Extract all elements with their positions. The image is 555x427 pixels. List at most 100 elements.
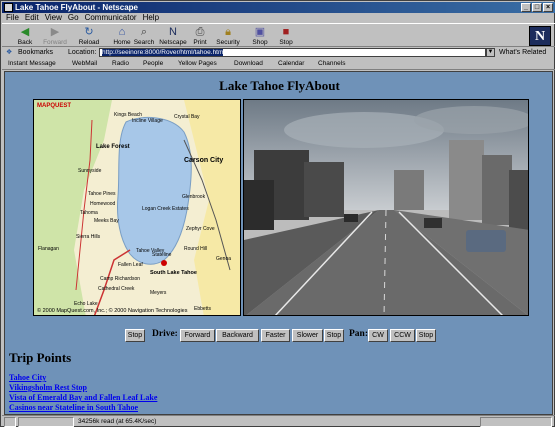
bookmark-icon: ❖ (6, 49, 13, 56)
minimize-button[interactable]: _ (521, 3, 531, 12)
pan-cw-button[interactable]: CW (368, 329, 388, 342)
place-label: Tahoe Valley (136, 248, 165, 254)
yellow-pages-link[interactable]: Yellow Pages (178, 58, 217, 70)
place-label: Tahoma (80, 210, 98, 216)
place-label: Genoa (216, 256, 231, 262)
place-label: Logan Creek Estates (142, 206, 189, 212)
reload-button[interactable]: ↻ Reload (74, 25, 104, 47)
forward-arrow-icon: ▶ (50, 26, 60, 38)
place-label: Homewood (90, 201, 116, 207)
place-label: Tahoe Pines (88, 191, 116, 197)
map-brand: MAPQUEST (37, 103, 71, 109)
pan-ccw-button[interactable]: CCW (390, 329, 415, 342)
drive-label: Drive: (152, 329, 178, 339)
search-button[interactable]: ⌕ Search (129, 25, 159, 47)
back-button[interactable]: ◀ Back (10, 25, 40, 47)
radio-link[interactable]: Radio (112, 58, 129, 70)
drive-stop-button[interactable]: Stop (324, 329, 344, 342)
pan-stop-button[interactable]: Stop (416, 329, 436, 342)
close-button[interactable]: × (543, 3, 553, 12)
place-label: Glenbrook (182, 194, 206, 200)
pan-label: Pan: (349, 329, 368, 339)
status-text: 34256k read (at 65.4K/sec) (78, 418, 157, 425)
netscape-button[interactable]: N Netscape (158, 25, 188, 47)
trip-link-emerald-bay[interactable]: Vista of Emerald Bay and Fallen Leaf Lak… (9, 393, 157, 403)
map-graphic: MAPQUEST Incline Village Kings Beach Lak… (34, 100, 240, 315)
print-icon: ⎙ (195, 26, 205, 38)
drive-backward-button[interactable]: Backward (216, 329, 259, 342)
component-bar[interactable] (480, 417, 552, 427)
control-bar: Stop Drive: Forward Backward Faster Slow… (5, 327, 552, 343)
status-bar: 34256k read (at 65.4K/sec) (2, 415, 555, 427)
menu-communicator[interactable]: Communicator (85, 13, 137, 23)
progress-bar (18, 417, 74, 427)
stop-button[interactable]: ■ Stop (271, 25, 301, 47)
url-text: http://seeinore:8000/Rover/html/tahoe.ht… (102, 49, 224, 56)
page-title: Lake Tahoe FlyAbout (219, 78, 340, 93)
menu-edit[interactable]: Edit (25, 13, 39, 23)
people-link[interactable]: People (143, 58, 163, 70)
drive-slower-button[interactable]: Slower (292, 329, 323, 342)
place-label: Meyers (150, 290, 167, 296)
netscape-logo[interactable]: N (529, 26, 551, 46)
bookmarks-button[interactable]: Bookmarks (18, 47, 53, 58)
trip-link-vikingsholm[interactable]: Vikingsholm Rest Stop (9, 383, 157, 393)
personal-toolbar: Instant Message WebMail Radio People Yel… (2, 58, 555, 70)
place-label: Echo Lake (74, 301, 98, 307)
navigation-toolbar: ◀ Back ▶ Forward ↻ Reload ⌂ Home ⌕ Search N Ne… (2, 23, 555, 47)
download-link[interactable]: Download (234, 58, 263, 70)
whats-related-button[interactable]: What's Related (499, 47, 546, 58)
back-arrow-icon: ◀ (20, 26, 30, 38)
page-content: Lake Tahoe FlyAbout MAPQUEST Incline Vil… (4, 71, 553, 415)
location-dropdown-button[interactable]: ▼ (486, 48, 495, 57)
place-label: Carson City (184, 157, 223, 164)
place-label: Cathedral Creek (98, 286, 135, 292)
reload-icon: ↻ (84, 26, 94, 38)
street-view-image (243, 99, 529, 316)
place-label: Round Hill (184, 246, 207, 252)
route-map[interactable]: MAPQUEST Incline Village Kings Beach Lak… (33, 99, 241, 316)
location-input[interactable]: http://seeinore:8000/Rover/html/tahoe.ht… (99, 48, 486, 57)
security-lock-icon: 🔒︎ (225, 26, 231, 38)
trip-points-heading: Trip Points (9, 350, 72, 365)
trip-link-tahoe-city[interactable]: Tahoe City (9, 373, 157, 383)
place-label: South Lake Tahoe (150, 270, 197, 276)
netscape-icon: N (169, 26, 177, 38)
security-status-icon[interactable] (4, 417, 16, 427)
netscape-app-icon (4, 3, 13, 12)
maximize-button[interactable]: □ (532, 3, 542, 12)
stop-button-left[interactable]: Stop (125, 329, 145, 342)
print-button[interactable]: ⎙ Print (185, 25, 215, 47)
calendar-link[interactable]: Calendar (278, 58, 304, 70)
place-label: Flanagan (38, 246, 59, 252)
street-photo-graphic (244, 100, 528, 315)
search-icon: ⌕ (140, 26, 148, 38)
menu-go[interactable]: Go (68, 13, 79, 23)
security-button[interactable]: 🔒︎ Security (213, 25, 243, 47)
place-label: Lake Forest (96, 144, 130, 150)
home-icon: ⌂ (118, 26, 126, 38)
window-title: Lake Tahoe FlyAbout - Netscape (15, 3, 138, 12)
location-label: Location: (68, 49, 97, 56)
place-label: Sunnyside (78, 168, 102, 174)
browser-window: Lake Tahoe FlyAbout - Netscape _ □ × Fil… (0, 0, 555, 427)
place-label: Zephyr Cove (186, 226, 215, 232)
channels-link[interactable]: Channels (318, 58, 345, 70)
menu-help[interactable]: Help (143, 13, 159, 23)
drive-forward-button[interactable]: Forward (180, 329, 215, 342)
place-label: Crystal Bay (174, 114, 200, 120)
trip-link-stateline-casinos[interactable]: Casinos near Stateline in South Tahoe (9, 403, 157, 413)
webmail-link[interactable]: WebMail (72, 58, 97, 70)
place-label: Fallen Leaf (118, 262, 143, 268)
shop-bag-icon: ▣ (254, 26, 266, 38)
location-bar: ❖ Bookmarks Location: http://seeinore:80… (2, 47, 555, 58)
place-label: Incline Village (132, 118, 163, 124)
trip-points-list: Tahoe City Vikingsholm Rest Stop Vista o… (9, 373, 157, 413)
forward-button[interactable]: ▶ Forward (40, 25, 70, 47)
menu-view[interactable]: View (45, 13, 62, 23)
drive-faster-button[interactable]: Faster (261, 329, 290, 342)
menu-file[interactable]: File (6, 13, 19, 23)
place-label: Meeks Bay (94, 218, 119, 224)
place-label: Ebbetts (194, 306, 211, 312)
instant-message-link[interactable]: Instant Message (8, 58, 56, 70)
